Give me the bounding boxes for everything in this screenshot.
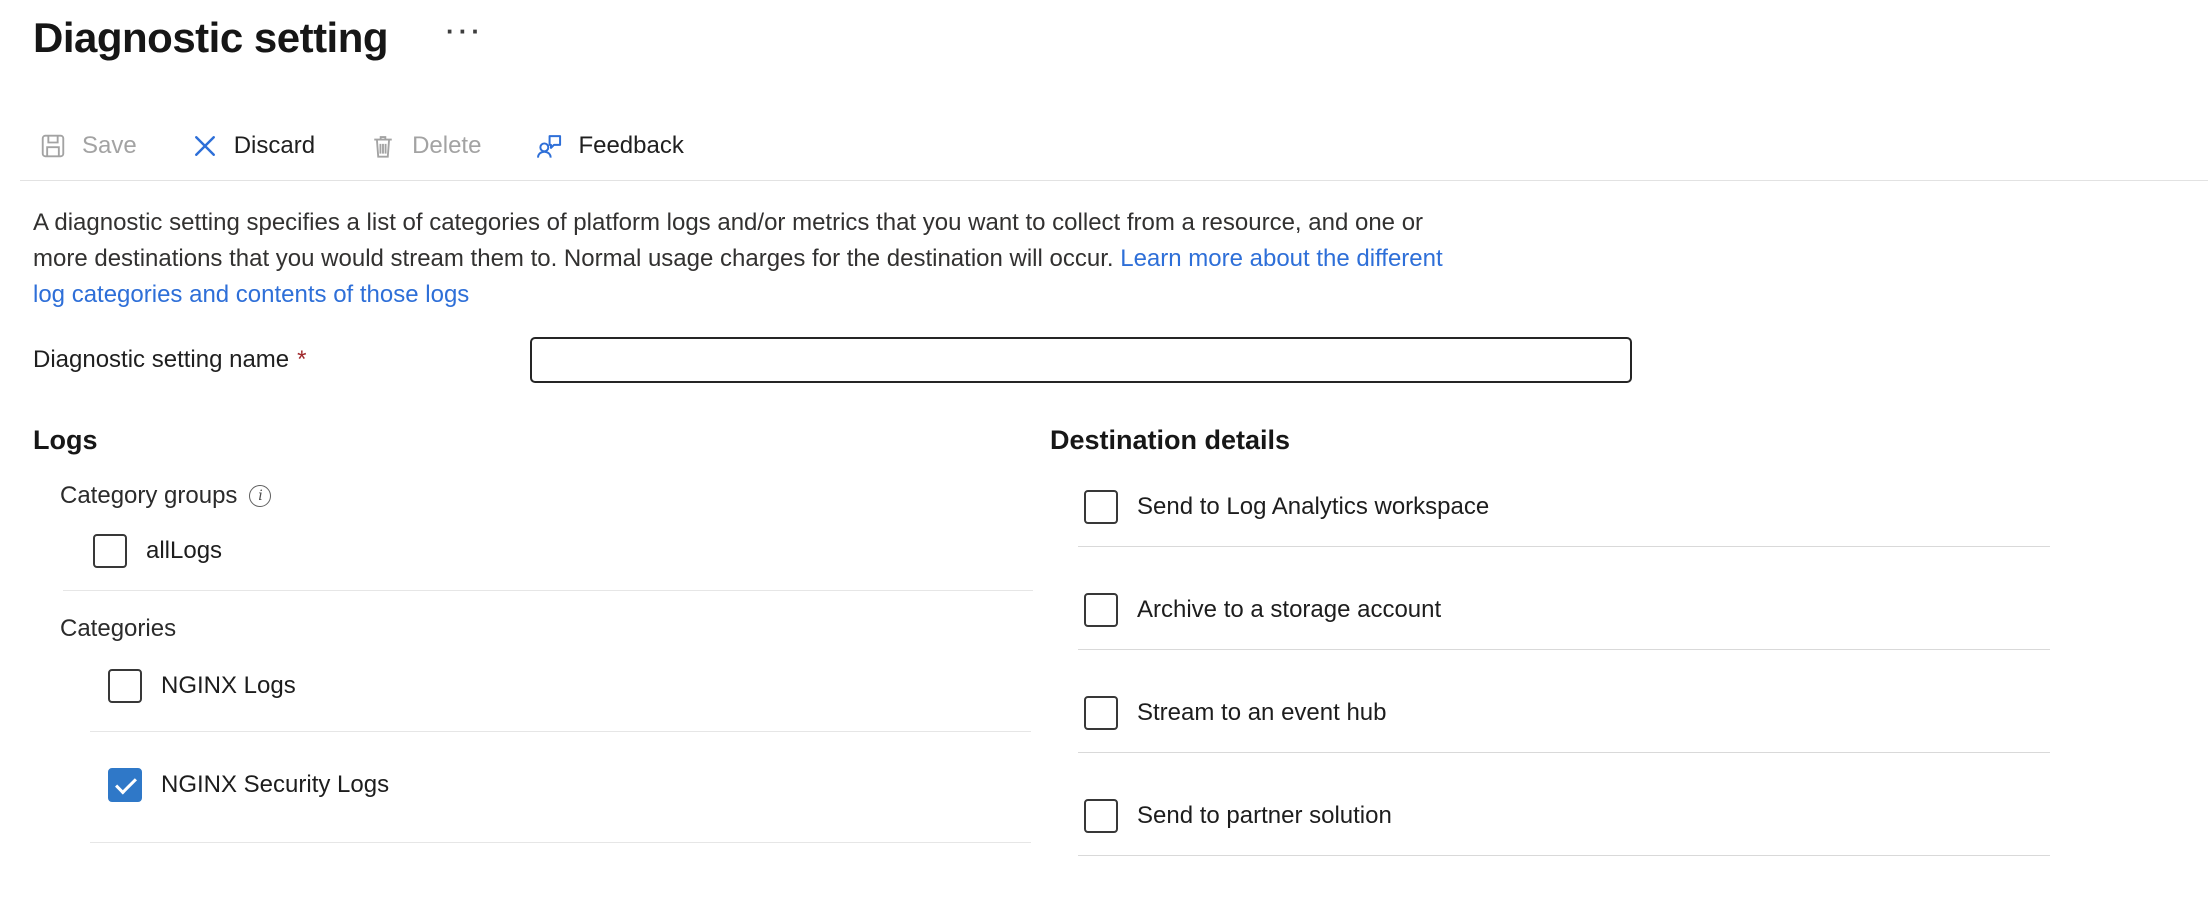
delete-label: Delete bbox=[412, 132, 481, 160]
logs-heading: Logs bbox=[33, 425, 1050, 456]
divider bbox=[1078, 546, 2050, 547]
partner-solution-checkbox[interactable] bbox=[1084, 799, 1118, 833]
name-field-row: Diagnostic setting name* bbox=[33, 337, 2208, 383]
divider bbox=[90, 731, 1031, 732]
nginx-logs-checkbox[interactable] bbox=[108, 669, 142, 703]
nginx-security-logs-label[interactable]: NGINX Security Logs bbox=[161, 771, 389, 799]
more-actions-button[interactable]: ··· bbox=[440, 16, 490, 46]
event-hub-label[interactable]: Stream to an event hub bbox=[1137, 699, 1387, 727]
divider bbox=[63, 590, 1033, 591]
destination-details-section: Destination details Send to Log Analytic… bbox=[1050, 425, 2208, 856]
save-button[interactable]: Save bbox=[33, 128, 143, 164]
category-groups-label: Category groups bbox=[60, 482, 237, 510]
name-field-label: Diagnostic setting name* bbox=[33, 346, 306, 373]
delete-icon bbox=[369, 132, 397, 160]
log-analytics-checkbox[interactable] bbox=[1084, 490, 1118, 524]
discard-label: Discard bbox=[234, 132, 315, 160]
content-columns: Logs Category groups i allLogs Categorie… bbox=[33, 425, 2208, 856]
diagnostic-setting-page: Diagnostic setting ··· Save Discard bbox=[0, 0, 2208, 856]
save-label: Save bbox=[82, 132, 137, 160]
page-title: Diagnostic setting bbox=[33, 14, 388, 62]
divider bbox=[1078, 855, 2050, 856]
divider bbox=[90, 842, 1031, 843]
alllogs-label[interactable]: allLogs bbox=[146, 537, 222, 565]
storage-account-checkbox[interactable] bbox=[1084, 593, 1118, 627]
storage-account-label[interactable]: Archive to a storage account bbox=[1137, 596, 1441, 624]
description-text: A diagnostic setting specifies a list of… bbox=[33, 205, 1478, 313]
nginx-security-logs-checkbox[interactable] bbox=[108, 768, 142, 802]
toolbar-divider bbox=[20, 180, 2208, 181]
info-icon[interactable]: i bbox=[249, 485, 271, 507]
diagnostic-setting-name-input[interactable] bbox=[530, 337, 1632, 383]
partner-solution-label[interactable]: Send to partner solution bbox=[1137, 802, 1392, 830]
feedback-label: Feedback bbox=[578, 132, 683, 160]
page-header: Diagnostic setting ··· bbox=[33, 14, 2208, 62]
nginx-logs-label[interactable]: NGINX Logs bbox=[161, 672, 296, 700]
divider bbox=[1078, 752, 2050, 753]
logs-section: Logs Category groups i allLogs Categorie… bbox=[33, 425, 1050, 843]
delete-button[interactable]: Delete bbox=[363, 128, 487, 164]
divider bbox=[1078, 649, 2050, 650]
feedback-icon bbox=[535, 132, 563, 160]
feedback-button[interactable]: Feedback bbox=[529, 128, 689, 164]
checkbox-row-alllogs: allLogs bbox=[93, 534, 1050, 568]
checkbox-row-partner-solution: Send to partner solution bbox=[1084, 799, 2208, 833]
command-bar: Save Discard Delete bbox=[33, 128, 2208, 164]
checkbox-row-nginx-logs: NGINX Logs bbox=[108, 669, 1050, 703]
checkbox-row-event-hub: Stream to an event hub bbox=[1084, 696, 2208, 730]
destination-details-heading: Destination details bbox=[1050, 425, 2208, 456]
required-asterisk: * bbox=[297, 346, 306, 373]
alllogs-checkbox[interactable] bbox=[93, 534, 127, 568]
categories-label: Categories bbox=[60, 615, 1050, 643]
checkbox-row-log-analytics: Send to Log Analytics workspace bbox=[1084, 490, 2208, 524]
log-analytics-label[interactable]: Send to Log Analytics workspace bbox=[1137, 493, 1489, 521]
save-icon bbox=[39, 132, 67, 160]
checkbox-row-storage-account: Archive to a storage account bbox=[1084, 593, 2208, 627]
event-hub-checkbox[interactable] bbox=[1084, 696, 1118, 730]
category-groups-label-row: Category groups i bbox=[60, 482, 1050, 510]
dismiss-icon bbox=[191, 132, 219, 160]
discard-button[interactable]: Discard bbox=[185, 128, 321, 164]
checkbox-row-nginx-security-logs: NGINX Security Logs bbox=[108, 768, 1050, 802]
